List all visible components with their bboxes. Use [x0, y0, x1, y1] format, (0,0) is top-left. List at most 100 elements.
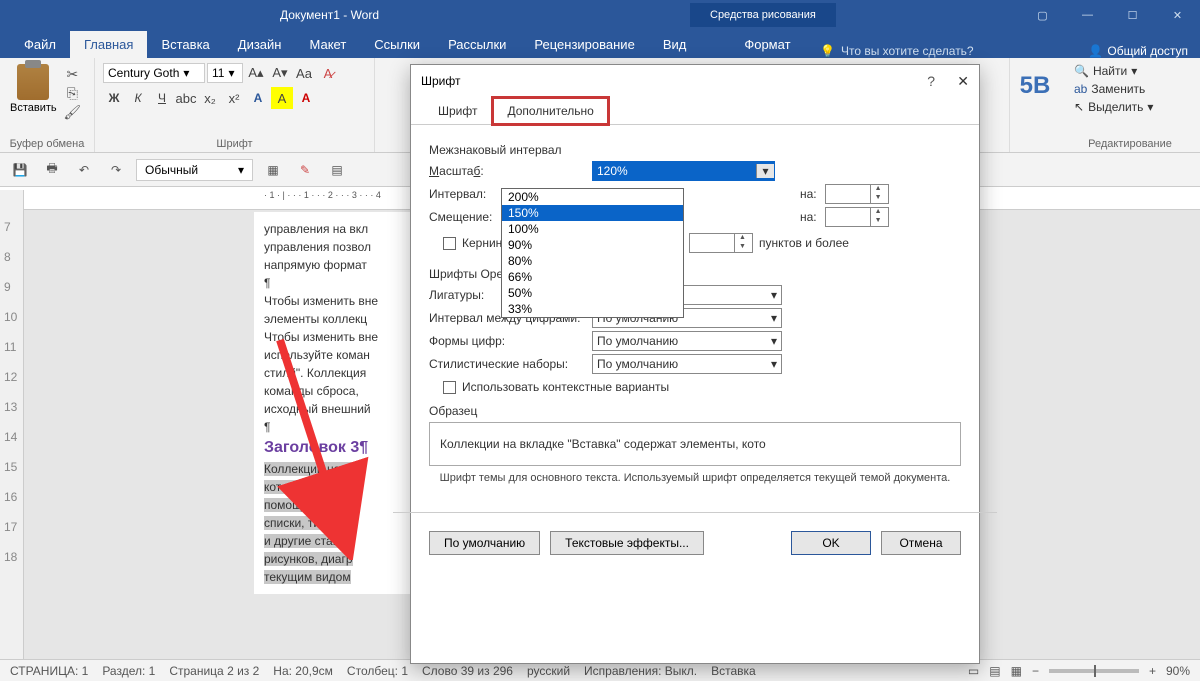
offset-by-input[interactable] — [826, 208, 870, 226]
dialog-close-button[interactable]: ✕ — [957, 73, 969, 90]
ribbon-options-icon[interactable]: ▢ — [1020, 0, 1065, 30]
scale-option[interactable]: 50% — [502, 285, 683, 301]
view-read-mode[interactable]: ▭ — [968, 664, 979, 678]
minimize-button[interactable]: — — [1065, 0, 1110, 30]
save-button[interactable]: 💾 — [8, 158, 32, 182]
text-effects-button[interactable]: A — [247, 87, 269, 109]
scale-option[interactable]: 100% — [502, 221, 683, 237]
tab-review[interactable]: Рецензирование — [520, 31, 648, 58]
shrink-font-button[interactable]: A▾ — [269, 62, 291, 84]
status-column[interactable]: Столбец: 1 — [347, 664, 408, 678]
scale-combo[interactable]: 120% ▾ — [592, 161, 775, 181]
format-painter-button[interactable]: 🖌 — [63, 104, 81, 121]
tab-layout[interactable]: Макет — [295, 31, 360, 58]
strikethrough-button[interactable]: abc — [175, 87, 197, 109]
vertical-ruler[interactable]: 789 101112 131415 161718 — [0, 190, 24, 659]
style-value: Обычный — [145, 163, 198, 177]
tell-me-search[interactable]: 💡 Что вы хотите сделать? — [820, 44, 974, 58]
close-button[interactable]: ✕ — [1155, 0, 1200, 30]
status-words[interactable]: Слово 39 из 296 — [422, 664, 513, 678]
offset-by-field[interactable]: ▲▼ — [825, 207, 889, 227]
clear-formatting-button[interactable]: A̷ — [317, 62, 339, 84]
set-default-button[interactable]: По умолчанию — [429, 531, 540, 555]
scale-option[interactable]: 66% — [502, 269, 683, 285]
kerning-points-field[interactable]: ▲▼ — [689, 233, 753, 253]
qat-button-3[interactable]: ▤ — [325, 158, 349, 182]
status-page-of[interactable]: Страница 2 из 2 — [169, 664, 259, 678]
dialog-help-button[interactable]: ? — [927, 73, 935, 89]
view-print-layout[interactable]: ▤ — [989, 664, 1000, 678]
font-dialog: Шрифт ? ✕ Шрифт Дополнительно Межзнаковы… — [410, 64, 980, 664]
style-combo[interactable]: Обычный▾ — [136, 159, 253, 181]
tab-design[interactable]: Дизайн — [224, 31, 296, 58]
superscript-button[interactable]: x² — [223, 87, 245, 109]
kerning-points-input[interactable] — [690, 234, 734, 252]
dialog-tab-advanced[interactable]: Дополнительно — [492, 97, 608, 125]
tab-mailings[interactable]: Рассылки — [434, 31, 520, 58]
ok-button[interactable]: OK — [791, 531, 871, 555]
scale-option[interactable]: 33% — [502, 301, 683, 317]
italic-button[interactable]: К — [127, 87, 149, 109]
zoom-in-button[interactable]: + — [1149, 664, 1156, 678]
qat-button-1[interactable]: ▦ — [261, 158, 285, 182]
tab-format[interactable]: Формат — [730, 31, 804, 58]
doc-selection: рисунков, диагр — [264, 552, 353, 566]
scale-option[interactable]: 80% — [502, 253, 683, 269]
status-position[interactable]: На: 20,9см — [273, 664, 333, 678]
scale-option[interactable]: 200% — [502, 189, 683, 205]
highlight-button[interactable]: A — [271, 87, 293, 109]
spacing-by-field[interactable]: ▲▼ — [825, 184, 889, 204]
contextual-checkbox-row[interactable]: Использовать контекстные варианты — [443, 380, 961, 394]
scale-option[interactable]: 150% — [502, 205, 683, 221]
qat-button-2[interactable]: ✎ — [293, 158, 317, 182]
replace-button[interactable]: abЗаменить — [1068, 80, 1192, 98]
select-button[interactable]: ↖Выделить▾ — [1068, 98, 1192, 116]
cancel-button[interactable]: Отмена — [881, 531, 961, 555]
status-section[interactable]: Раздел: 1 — [102, 664, 155, 678]
share-button[interactable]: 👤 Общий доступ — [1088, 44, 1188, 58]
view-web-layout[interactable]: ▦ — [1011, 664, 1022, 678]
style-sets-combo[interactable]: По умолчанию▾ — [592, 354, 782, 374]
status-insert-mode[interactable]: Вставка — [711, 664, 756, 678]
font-name-combo[interactable]: Century Goth▾ — [103, 63, 205, 83]
status-language[interactable]: русский — [527, 664, 570, 678]
subscript-button[interactable]: x₂ — [199, 87, 221, 109]
contextual-tab-title: Средства рисования — [690, 3, 836, 27]
dialog-titlebar[interactable]: Шрифт ? ✕ — [411, 65, 979, 97]
status-page[interactable]: СТРАНИЦА: 1 — [10, 664, 88, 678]
cut-button[interactable]: ✂ — [66, 66, 78, 83]
copy-button[interactable]: ⎘ — [67, 85, 78, 102]
digit-forms-combo[interactable]: По умолчанию▾ — [592, 331, 782, 351]
checkbox-icon — [443, 237, 456, 250]
print-button[interactable]: 🖶 — [40, 158, 64, 182]
dialog-tab-font[interactable]: Шрифт — [423, 97, 492, 125]
underline-button[interactable]: Ч — [151, 87, 173, 109]
chevron-down-icon: ▾ — [771, 311, 777, 325]
doc-selection: Коллекции на вк — [264, 462, 355, 476]
font-color-button[interactable]: A — [295, 87, 317, 109]
paste-button[interactable]: Вставить — [8, 62, 59, 121]
zoom-out-button[interactable]: − — [1032, 664, 1039, 678]
scale-option[interactable]: 90% — [502, 237, 683, 253]
tab-home[interactable]: Главная — [70, 31, 147, 58]
tab-file[interactable]: Файл — [10, 31, 70, 58]
find-button[interactable]: 🔍Найти▾ — [1068, 62, 1192, 80]
text-effects-button[interactable]: Текстовые эффекты... — [550, 531, 704, 555]
grow-font-button[interactable]: A▴ — [245, 62, 267, 84]
font-size-combo[interactable]: 11▾ — [207, 63, 243, 83]
undo-button[interactable]: ↶ — [72, 158, 96, 182]
tab-references[interactable]: Ссылки — [360, 31, 434, 58]
redo-button[interactable]: ↷ — [104, 158, 128, 182]
status-track-changes[interactable]: Исправления: Выкл. — [584, 664, 697, 678]
bold-button[interactable]: Ж — [103, 87, 125, 109]
change-case-button[interactable]: Aa — [293, 62, 315, 84]
checkbox-icon — [443, 381, 456, 394]
spacing-by-input[interactable] — [826, 185, 870, 203]
tab-insert[interactable]: Вставка — [147, 31, 223, 58]
zoom-level[interactable]: 90% — [1166, 664, 1190, 678]
zoom-slider[interactable] — [1049, 669, 1139, 673]
doc-selection: и другие станда — [264, 534, 353, 548]
maximize-button[interactable]: ☐ — [1110, 0, 1155, 30]
style-preview[interactable]: 5В — [1018, 62, 1052, 100]
tab-view[interactable]: Вид — [649, 31, 701, 58]
